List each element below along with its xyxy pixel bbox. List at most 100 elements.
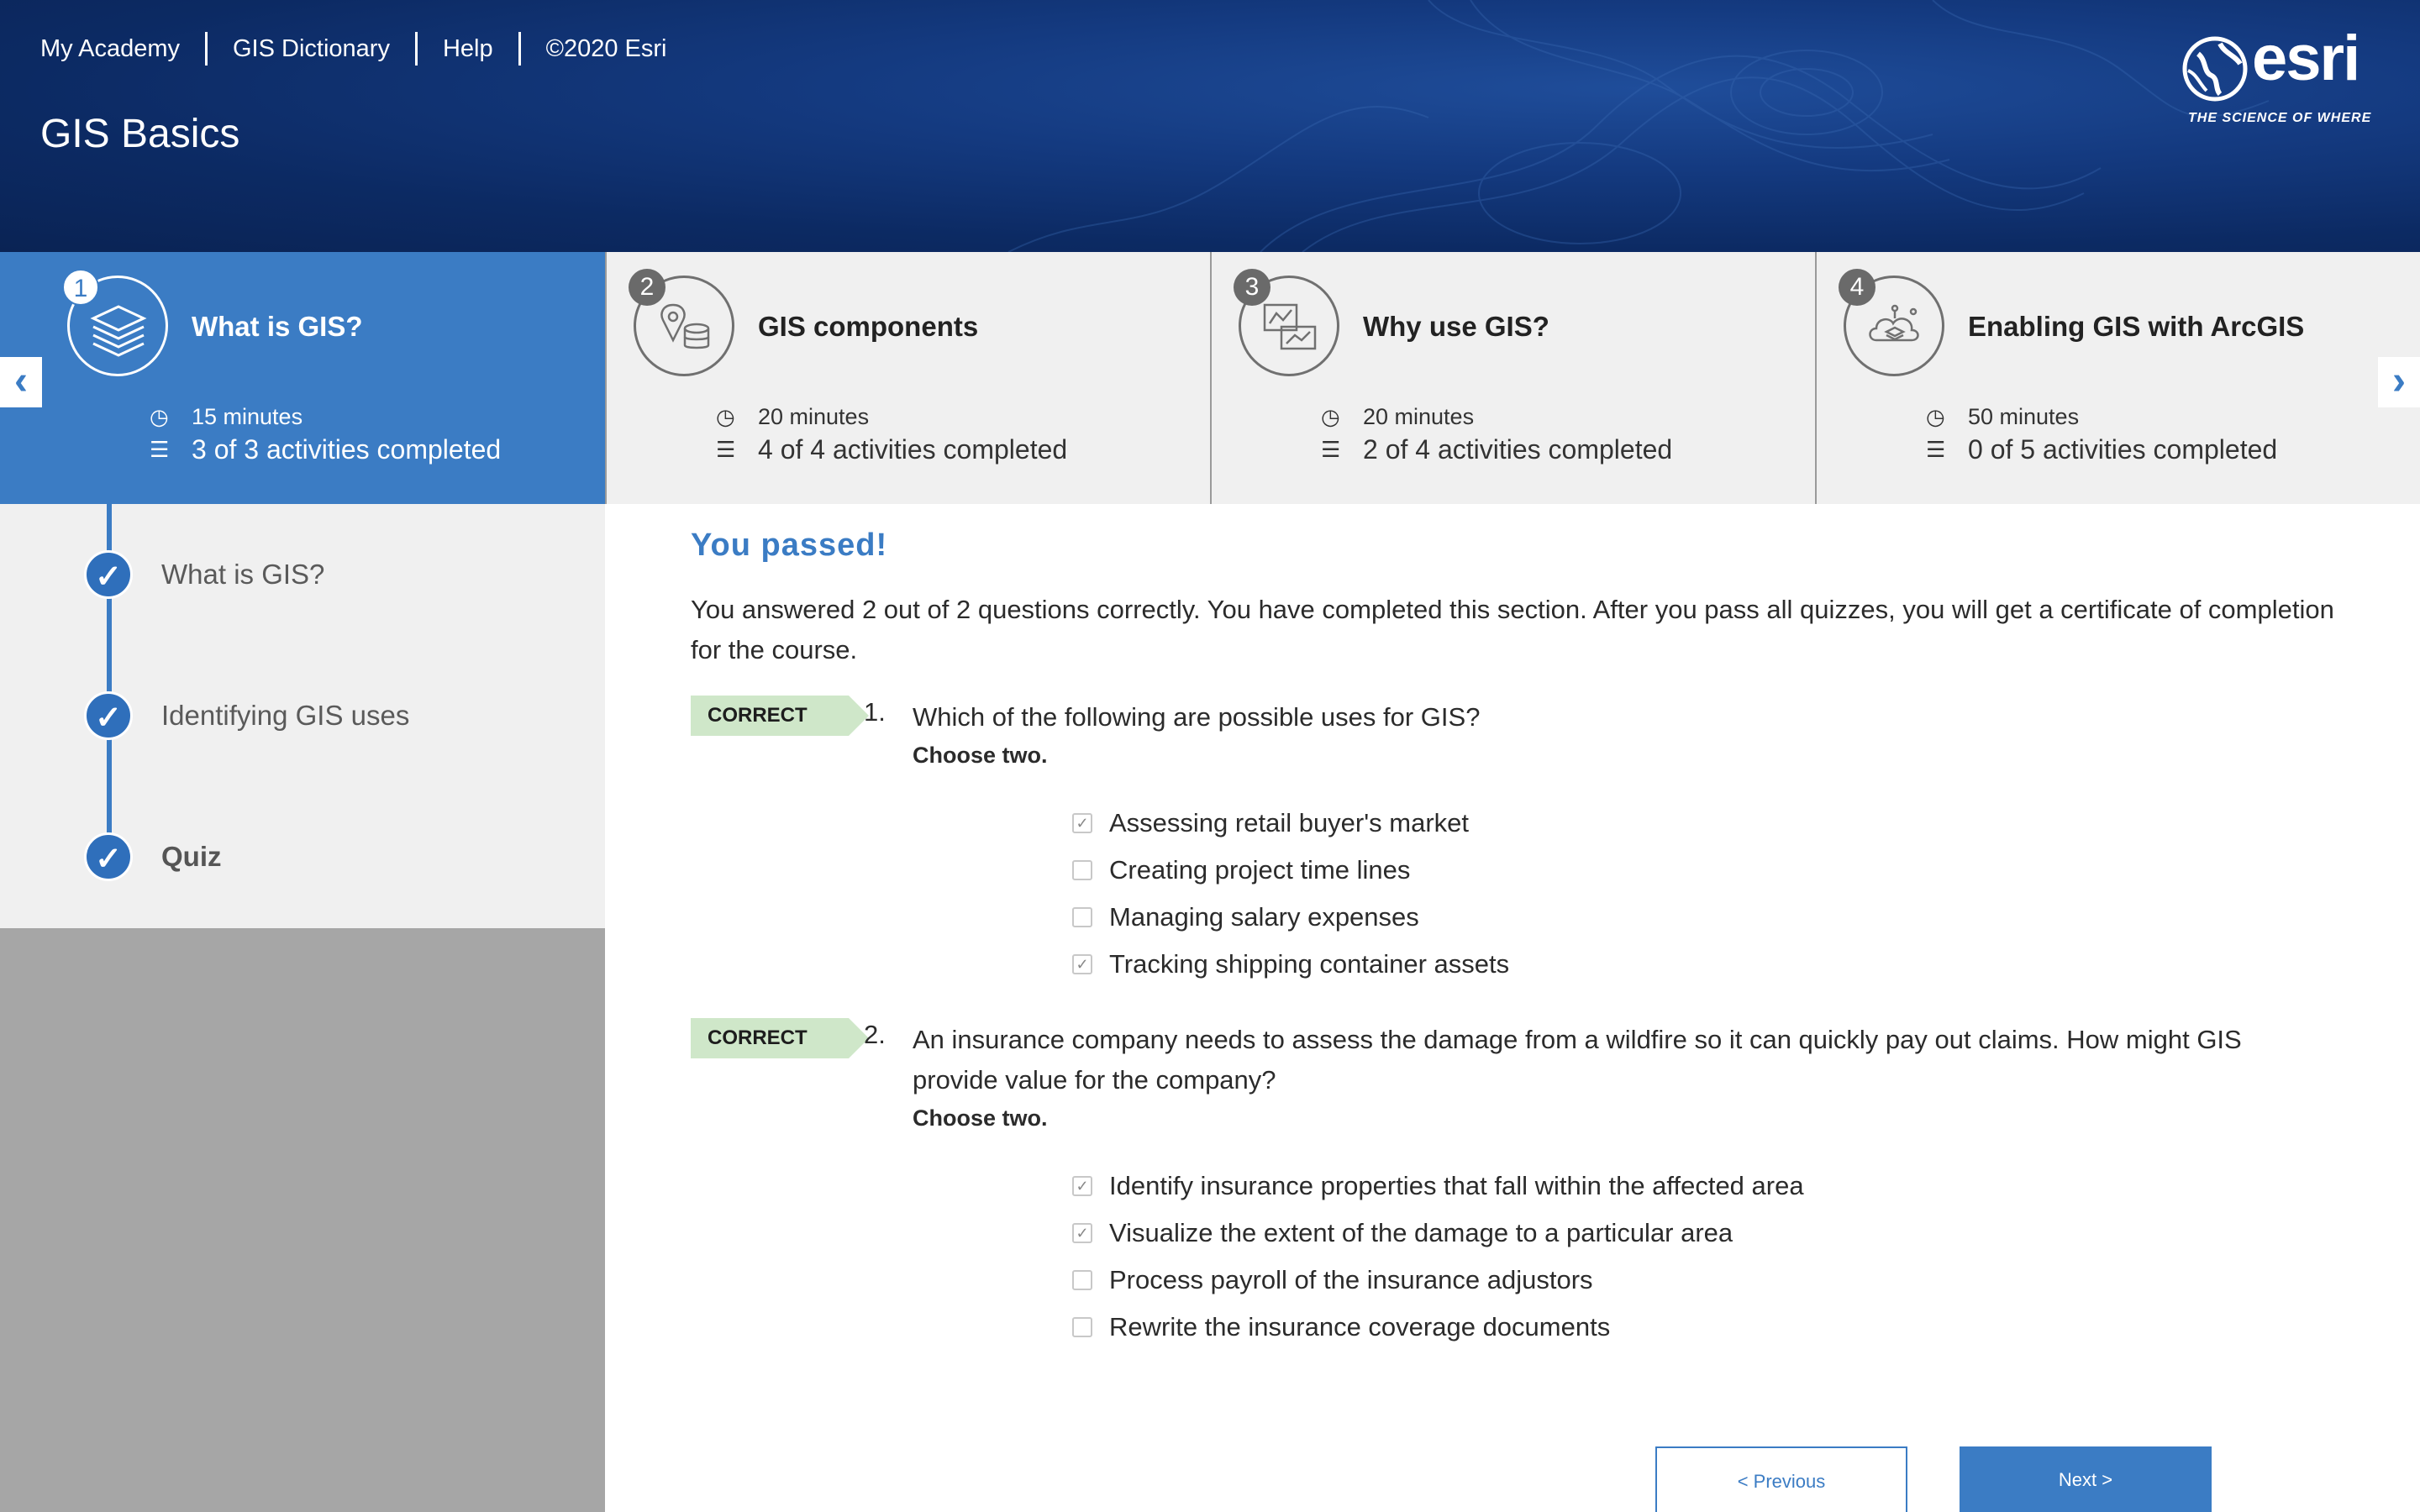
checkbox[interactable]: ✓	[1072, 813, 1092, 833]
module-duration: 20 minutes	[1363, 403, 1475, 429]
chevron-right-icon[interactable]: ›	[2378, 357, 2420, 407]
module-tab-enabling-gis-with-arcgis[interactable]: 4 Enabling GIS with ArcGIS ◷ 50 minutes ☰…	[1815, 252, 2420, 504]
map-pin-database-icon	[660, 303, 710, 349]
module-title: Why use GIS?	[1363, 311, 1549, 342]
answer-option[interactable]: ✓ Tracking shipping container assets	[1072, 941, 1509, 988]
sidebar-item-identifying-gis-uses[interactable]: ✓ Identifying GIS uses	[84, 690, 409, 741]
question-text: An insurance company needs to assess the…	[913, 1025, 2242, 1095]
module-tab-what-is-gis[interactable]: 1 What is GIS? ◷ 15 minutes ☰ 3 of 3 activ…	[0, 252, 605, 504]
module-meta: ◷ 20 minutes ☰ 4 of 4 activities completed	[716, 402, 1068, 467]
answer-option[interactable]: ✓ Assessing retail buyer's market	[1072, 800, 1509, 847]
clock-icon: ◷	[1321, 403, 1340, 429]
sidebar-item-quiz[interactable]: ✓ Quiz	[84, 832, 222, 882]
map-chart-icon	[1263, 303, 1317, 350]
module-title: GIS components	[758, 311, 979, 342]
question-number: 2.	[864, 1020, 886, 1049]
module-meta: ◷ 20 minutes ☰ 2 of 4 activities completed	[1321, 402, 1673, 467]
check-icon: ✓	[84, 550, 133, 599]
module-meta: ◷ 50 minutes ☰ 0 of 5 activities completed	[1926, 402, 2278, 467]
option-label: Managing salary expenses	[1109, 902, 1419, 932]
sidebar-item-label: Quiz	[161, 841, 222, 872]
sidebar-activity-list: ✓ What is GIS? ✓ Identifying GIS uses ✓ …	[0, 504, 605, 928]
option-label: Identify insurance properties that fall …	[1109, 1171, 1804, 1200]
option-label: Tracking shipping container assets	[1109, 949, 1510, 979]
top-navigation: My Academy GIS Dictionary Help ©2020 Esr…	[40, 32, 692, 66]
list-icon: ☰	[1926, 436, 1946, 462]
nav-help[interactable]: Help	[414, 32, 518, 66]
next-button[interactable]: Next >	[1960, 1446, 2212, 1512]
module-title: What is GIS?	[192, 311, 363, 342]
result-heading: You passed!	[691, 528, 888, 563]
question-instruction: Choose two.	[913, 743, 1048, 768]
module-duration: 15 minutes	[192, 403, 303, 429]
module-progress: 2 of 4 activities completed	[1363, 433, 1673, 465]
module-number: 2	[629, 269, 666, 306]
nav-my-academy[interactable]: My Academy	[40, 32, 205, 66]
sidebar-item-what-is-gis[interactable]: ✓ What is GIS?	[84, 549, 324, 600]
question-2: CORRECT 2. An insurance company needs to…	[691, 1018, 2338, 1371]
answer-options: ✓ Identify insurance properties that fall…	[1072, 1163, 1804, 1351]
layers-icon	[90, 305, 147, 357]
module-title: Enabling GIS with ArcGIS	[1968, 311, 2305, 342]
checkbox[interactable]: ✓	[1072, 1176, 1092, 1196]
module-tabs: 1 What is GIS? ◷ 15 minutes ☰ 3 of 3 activ…	[0, 252, 2420, 504]
site-header: My Academy GIS Dictionary Help ©2020 Esr…	[0, 0, 2420, 252]
answer-option[interactable]: Process payroll of the insurance adjusto…	[1072, 1257, 1804, 1304]
checkbox[interactable]: ✓	[1072, 954, 1092, 974]
module-number: 4	[1839, 269, 1876, 306]
module-tab-gis-components[interactable]: 2 GIS components ◷ 20 minutes ☰ 4 of 4 act…	[605, 252, 1210, 504]
check-icon: ✓	[84, 832, 133, 881]
answer-option[interactable]: Managing salary expenses	[1072, 894, 1509, 941]
module-progress: 3 of 3 activities completed	[192, 433, 502, 465]
nav-gis-dictionary[interactable]: GIS Dictionary	[205, 32, 415, 66]
answer-option[interactable]: Creating project time lines	[1072, 847, 1509, 894]
answer-option[interactable]: Rewrite the insurance coverage documents	[1072, 1304, 1804, 1351]
answer-option[interactable]: ✓ Identify insurance properties that fall…	[1072, 1163, 1804, 1210]
result-summary: You answered 2 out of 2 questions correc…	[691, 595, 2334, 664]
chevron-left-icon[interactable]: ‹	[0, 357, 42, 407]
checkbox[interactable]	[1072, 1317, 1092, 1337]
instruction-text: Choose two	[913, 743, 1041, 768]
list-icon: ☰	[716, 436, 736, 462]
answer-options: ✓ Assessing retail buyer's market Creatin…	[1072, 800, 1509, 988]
cloud-layers-icon	[1869, 304, 1919, 342]
list-icon: ☰	[1321, 436, 1341, 462]
list-icon: ☰	[150, 436, 170, 462]
clock-icon: ◷	[716, 403, 735, 429]
nav-copyright[interactable]: ©2020 Esri	[518, 32, 692, 66]
esri-logo[interactable]: esri THE SCIENCE OF WHERE	[2181, 23, 2383, 133]
sidebar-item-label: Identifying GIS uses	[161, 700, 410, 731]
module-duration: 20 minutes	[758, 403, 870, 429]
module-duration: 50 minutes	[1968, 403, 2080, 429]
logo-tagline: THE SCIENCE OF WHERE	[2188, 111, 2372, 125]
module-progress: 4 of 4 activities completed	[758, 433, 1068, 465]
checkbox[interactable]	[1072, 860, 1092, 880]
correct-badge: CORRECT	[691, 696, 869, 736]
sidebar: ✓ What is GIS? ✓ Identifying GIS uses ✓ …	[0, 504, 605, 1512]
option-label: Process payroll of the insurance adjusto…	[1109, 1265, 1593, 1294]
module-number: 3	[1234, 269, 1270, 306]
question-1: CORRECT 1. Which of the following are po…	[691, 696, 2338, 1015]
question-instruction: Choose two.	[913, 1105, 1048, 1131]
sidebar-item-label: What is GIS?	[161, 559, 325, 590]
previous-button[interactable]: < Previous	[1655, 1446, 1907, 1512]
option-label: Assessing retail buyer's market	[1109, 808, 1470, 837]
correct-badge: CORRECT	[691, 1018, 869, 1058]
checkbox[interactable]: ✓	[1072, 1223, 1092, 1243]
globe-icon	[2182, 36, 2248, 102]
course-title: GIS Basics	[40, 112, 240, 156]
clock-icon: ◷	[1926, 403, 1945, 429]
module-meta: ◷ 15 minutes ☰ 3 of 3 activities completed	[150, 402, 502, 467]
question-text: Which of the following are possible uses…	[913, 702, 1481, 732]
instruction-text: Choose two	[913, 1105, 1041, 1131]
logo-wordmark: esri	[2252, 23, 2360, 94]
module-number: 1	[62, 269, 99, 306]
module-progress: 0 of 5 activities completed	[1968, 433, 2278, 465]
check-icon: ✓	[84, 691, 133, 740]
module-tab-why-use-gis[interactable]: 3 Why use GIS? ◷ 20 minutes ☰ 2 of 4 activ…	[1210, 252, 1815, 504]
checkbox[interactable]	[1072, 1270, 1092, 1290]
option-label: Creating project time lines	[1109, 855, 1411, 885]
quiz-results-panel: You passed! You answered 2 out of 2 ques…	[605, 504, 2420, 1512]
answer-option[interactable]: ✓ Visualize the extent of the damage to a…	[1072, 1210, 1804, 1257]
checkbox[interactable]	[1072, 907, 1092, 927]
